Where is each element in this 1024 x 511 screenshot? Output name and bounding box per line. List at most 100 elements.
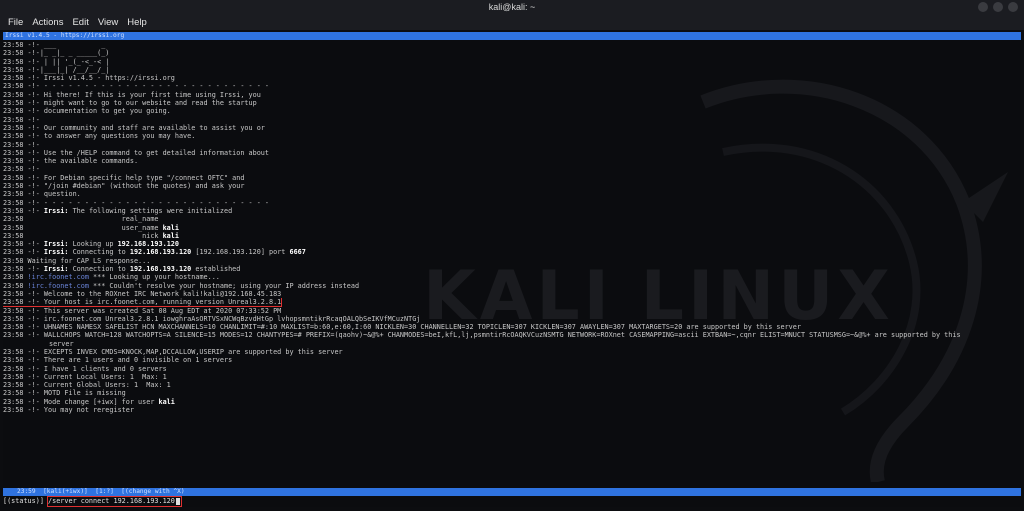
log-line: 23:58 -!- to answer any questions you ma…	[3, 132, 1021, 140]
log-segment: 23:58 user_name	[3, 223, 163, 232]
log-segment: 23:58 -!- EXCEPTS INVEX CMDS=KNOCK,MAP,D…	[3, 347, 343, 356]
log-segment: *** Looking up your hostname...	[88, 273, 220, 282]
window-controls	[978, 2, 1018, 12]
text-cursor	[175, 497, 180, 505]
log-segment: *** Couldn't resolve your hostname; usin…	[88, 281, 360, 290]
log-line: server	[3, 340, 1021, 348]
log-segment: 23:58 -!- There are 1 users and 0 invisi…	[3, 356, 233, 365]
log-segment: !irc.foonet.com	[27, 281, 89, 290]
log-segment: Irssi:	[43, 240, 69, 249]
log-line: 23:58 -!- WALLCHOPS WATCH=128 WATCHOPTS=…	[3, 331, 1021, 339]
log-line: 23:58 -!- Irssi: Looking up 192.168.193.…	[3, 240, 1021, 248]
log-segment: 6667	[289, 248, 306, 257]
log-line: 23:58 -!- ___ _	[3, 41, 1021, 49]
log-segment: 23:58 -!- - - - - - - - - - - - - - - - …	[3, 82, 269, 91]
command-input-value[interactable]: /server connect 192.168.193.120	[48, 497, 175, 505]
log-segment: 23:58 -!-	[3, 240, 44, 249]
window-title: kali@kali: ~	[488, 2, 536, 12]
log-segment: 23:58 real_name	[3, 215, 159, 224]
log-segment: 23:58 -!- This server was created Sat 08…	[3, 306, 282, 315]
terminal-area[interactable]: KALI LINUX Irssi v1.4.5 - https://irssi.…	[3, 32, 1021, 507]
log-segment: 23:58 -!- Current Local Users: 1 Max: 1	[3, 372, 167, 381]
log-segment: [192.168.193.120] port	[191, 248, 290, 257]
log-segment: 23:58 -!- Use the /HELP command to get d…	[3, 148, 269, 157]
command-input[interactable]: /server connect 192.168.193.120	[47, 496, 182, 507]
log-segment: 23:58 nick	[3, 231, 163, 240]
log-line: 23:58 user_name kali	[3, 224, 1021, 232]
log-line: 23:58 -!- For Debian specific help type …	[3, 174, 1021, 182]
irc-message-log: 23:58 -!- ___ _ 23:58 -!-|_ _|_ _ _____(_…	[3, 41, 1021, 414]
menu-file[interactable]: File	[8, 15, 23, 30]
close-button[interactable]	[1008, 2, 1018, 12]
log-line: 23:58 -!- You may not reregister	[3, 406, 1021, 414]
log-line: 23:58 -!- Irssi: Connection to 192.168.1…	[3, 265, 1021, 273]
log-segment: 23:58 -!- Our community and staff are av…	[3, 123, 265, 132]
log-segment: Connection to	[68, 265, 130, 274]
log-line: 23:58 -!- Our community and staff are av…	[3, 124, 1021, 132]
log-line: 23:58 -!- - - - - - - - - - - - - - - - …	[3, 199, 1021, 207]
log-line: 23:58 -!- Use the /HELP command to get d…	[3, 149, 1021, 157]
minimize-button[interactable]	[978, 2, 988, 12]
log-segment: !irc.foonet.com	[27, 273, 89, 282]
log-segment: Irssi:	[43, 265, 69, 274]
log-segment: 23:58 -!- Irssi v1.4.5 - https://irssi.o…	[3, 74, 175, 83]
log-line: 23:58 -!- Current Global Users: 1 Max: 1	[3, 381, 1021, 389]
log-segment: 23:58 -!- Welcome to the ROXnet IRC Netw…	[3, 289, 282, 298]
log-segment: 23:58 -!- question.	[3, 190, 81, 199]
log-segment: 23:58 -!- WALLCHOPS WATCH=128 WATCHOPTS=…	[3, 331, 961, 340]
log-segment: 23:58 -!-	[3, 248, 44, 257]
command-input-line[interactable]: [(status)] /server connect 192.168.193.1…	[3, 496, 182, 507]
log-line: 23:58 -!- Irssi: Connecting to 192.168.1…	[3, 248, 1021, 256]
maximize-button[interactable]	[993, 2, 1003, 12]
log-segment: 23:58	[3, 273, 28, 282]
menu-bar: File Actions Edit View Help	[0, 15, 1024, 30]
log-segment: 23:58 -!- | || '_(_-<_-< |	[3, 57, 110, 66]
log-segment: kali	[162, 231, 179, 240]
log-segment: 23:58 -!- the available commands.	[3, 157, 139, 166]
log-line: 23:58 -!- There are 1 users and 0 invisi…	[3, 356, 1021, 364]
log-segment: 23:58 -!-|___|_| /__/__/_|	[3, 65, 110, 74]
log-segment: 23:58	[3, 281, 28, 290]
log-line: 23:58 !irc.foonet.com *** Couldn't resol…	[3, 282, 1021, 290]
log-line: 23:58 -!- Irssi: The following settings …	[3, 207, 1021, 215]
input-prompt: [(status)]	[3, 497, 49, 505]
log-line: 23:58 -!- Welcome to the ROXnet IRC Netw…	[3, 290, 1021, 298]
log-line: 23:58 -!- EXCEPTS INVEX CMDS=KNOCK,MAP,D…	[3, 348, 1021, 356]
log-line: 23:58 -!- irc.foonet.com Unreal3.2.8.1 i…	[3, 315, 1021, 323]
menu-actions[interactable]: Actions	[32, 15, 63, 30]
log-line: 23:58 -!- - - - - - - - - - - - - - - - …	[3, 82, 1021, 90]
menu-help[interactable]: Help	[127, 15, 147, 30]
log-segment: 192.168.193.120	[117, 240, 179, 249]
log-segment: 23:58 -!- documentation to get you going…	[3, 107, 171, 116]
highlighted-host-line: 23:58 -!- Your host is irc.foonet.com, r…	[3, 298, 283, 307]
log-line: 23:58 Waiting for CAP LS response...	[3, 257, 1021, 265]
log-line: 23:58 -!- Your host is irc.foonet.com, r…	[3, 298, 1021, 307]
log-line: 23:58 -!- UHNAMES NAMESX SAFELIST HCN MA…	[3, 323, 1021, 331]
log-line: 23:58 -!- This server was created Sat 08…	[3, 307, 1021, 315]
log-segment: Irssi:	[43, 248, 69, 257]
log-line: 23:58 -!- MOTD File is missing	[3, 389, 1021, 397]
log-line: 23:58 -!-	[3, 165, 1021, 173]
log-line: 23:58 -!- | || '_(_-<_-< |	[3, 58, 1021, 66]
log-line: 23:58 -!-|___|_| /__/__/_|	[3, 66, 1021, 74]
log-segment: 23:58 -!- For Debian specific help type …	[3, 173, 245, 182]
menu-view[interactable]: View	[98, 15, 118, 30]
log-segment: 23:58 -!- "/join #debian" (without the q…	[3, 182, 245, 191]
log-line: 23:58 -!- "/join #debian" (without the q…	[3, 182, 1021, 190]
log-segment: 23:58 -!-|_ _|_ _ _____(_)	[3, 49, 110, 58]
log-segment: Looking up	[68, 240, 118, 249]
log-segment: 23:58 -!-	[3, 115, 40, 124]
irssi-topic-bar: Irssi v1.4.5 - https://irssi.org	[3, 32, 1021, 40]
log-line: 23:58 real_name	[3, 215, 1021, 223]
log-line: 23:58 -!-|_ _|_ _ _____(_)	[3, 49, 1021, 57]
log-segment: 23:58 -!- Mode change [+iwx] for user	[3, 397, 159, 406]
log-segment: server	[49, 339, 74, 348]
menu-edit[interactable]: Edit	[72, 15, 88, 30]
log-line: 23:58 -!- might want to go to our websit…	[3, 99, 1021, 107]
log-segment: 23:58 -!- MOTD File is missing	[3, 389, 126, 398]
log-segment: kali	[158, 397, 175, 406]
log-segment: 23:58 -!- Current Global Users: 1 Max: 1	[3, 381, 171, 390]
log-segment: 23:58 -!-	[3, 265, 44, 274]
log-line: 23:58 -!- question.	[3, 190, 1021, 198]
log-segment: 192.168.193.120	[129, 265, 192, 274]
